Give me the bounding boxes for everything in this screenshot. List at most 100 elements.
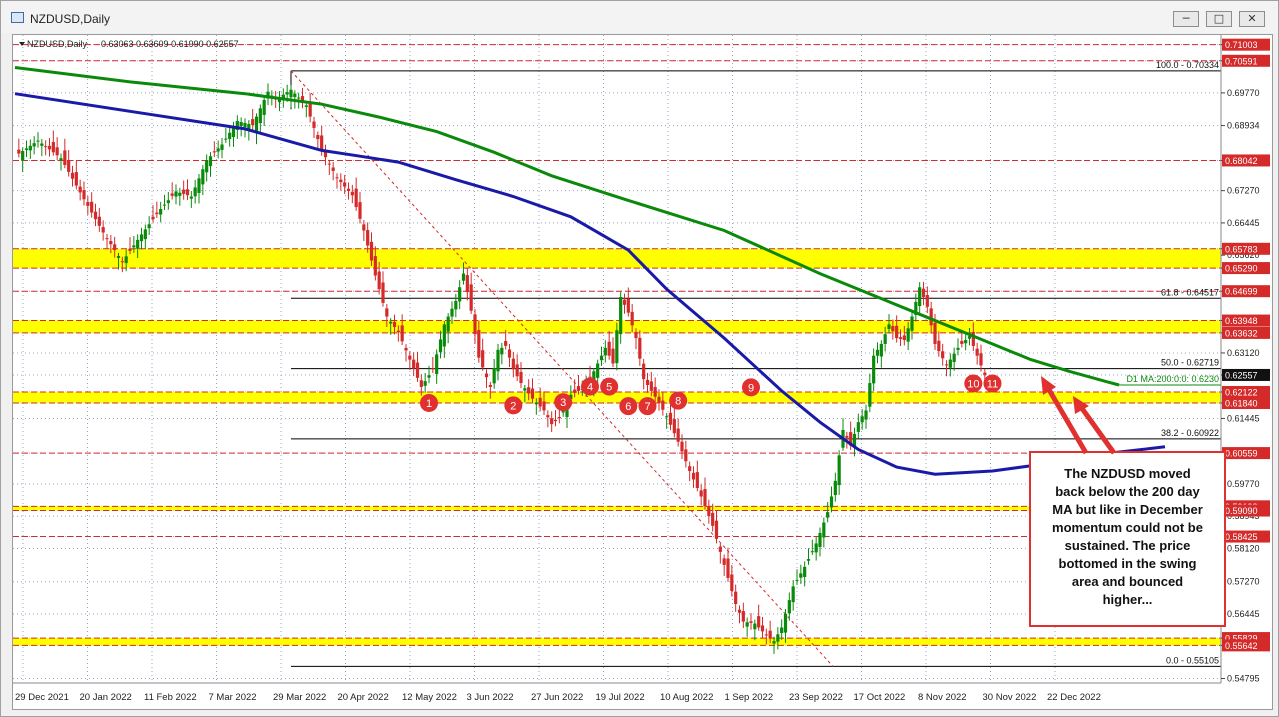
candle-body — [239, 122, 243, 127]
price-axis-label: 0.69770 — [1227, 88, 1260, 98]
candle-body — [822, 522, 826, 538]
price-level-tag-label: 0.58425 — [1225, 532, 1258, 542]
candle-body — [956, 347, 960, 350]
candle-body — [730, 574, 734, 591]
time-axis-label: 20 Apr 2022 — [338, 692, 389, 703]
price-axis-label: 0.58120 — [1227, 543, 1260, 553]
candle-body — [515, 364, 519, 377]
candle-body — [458, 287, 462, 302]
candle-body — [396, 330, 400, 333]
candle-body — [201, 169, 205, 185]
candle-body — [51, 142, 55, 153]
candle-body — [714, 520, 719, 539]
candle-body — [116, 255, 121, 258]
annotation-text: momentum could not be — [1052, 520, 1203, 535]
price-level-tag-label: 0.62557 — [1225, 370, 1258, 380]
close-button[interactable]: ✕ — [1239, 11, 1265, 27]
time-axis-label: 8 Nov 2022 — [918, 692, 967, 703]
candle-body — [868, 383, 872, 407]
maximize-button[interactable]: □ — [1206, 11, 1232, 27]
candle-body — [538, 397, 542, 407]
candle-body — [484, 373, 489, 378]
candle-body — [638, 337, 642, 359]
price-axis-label: 0.68934 — [1227, 121, 1260, 131]
price-level-tag-label: 0.59090 — [1225, 506, 1258, 516]
candle-body — [983, 372, 987, 376]
swing-area-zone — [13, 392, 1221, 403]
candle-body — [469, 284, 473, 311]
candle-body — [711, 512, 715, 526]
candle-body — [385, 308, 389, 317]
candle-body — [431, 368, 435, 370]
chart-window-icon — [11, 12, 24, 23]
candle-body — [829, 496, 834, 508]
candle-body — [373, 256, 377, 276]
candle-body — [481, 350, 485, 368]
candle-body — [438, 339, 443, 353]
swing-marker-label: 10 — [967, 378, 979, 390]
candle-body — [377, 271, 381, 290]
candle-body — [327, 163, 331, 165]
candle-body — [684, 449, 688, 462]
candle-body — [780, 627, 784, 634]
candle-body — [389, 321, 393, 324]
candle-body — [975, 348, 979, 356]
swing-marker-label: 7 — [644, 401, 650, 413]
ma-100-line — [14, 92, 1166, 476]
candle-body — [404, 347, 408, 351]
candle-body — [607, 341, 611, 356]
candle-body — [979, 353, 983, 366]
candle-body — [59, 158, 63, 161]
chart-area[interactable]: 100.0 - 0.70334 61.8 - 0.64517 50.0 - 0.62… — [12, 34, 1273, 710]
candle-body — [419, 380, 423, 387]
price-level-tag-label: 0.64699 — [1225, 287, 1258, 297]
candle-body — [814, 543, 818, 553]
candle-body — [454, 300, 458, 310]
candle-body — [860, 416, 864, 423]
price-chart[interactable]: 100.0 - 0.70334 61.8 - 0.64517 50.0 - 0.62… — [13, 35, 1272, 709]
candle-body — [741, 611, 745, 622]
price-axis-label: 0.59770 — [1227, 479, 1260, 489]
price-level-tag-label: 0.71003 — [1225, 40, 1258, 50]
candle-body — [921, 288, 926, 298]
candle-body — [929, 308, 933, 326]
chart-window: NZDUSD,Daily ─ □ ✕ 100.0 - 0.70334 61.8 -… — [0, 0, 1279, 717]
candle-body — [427, 375, 431, 378]
candle-body — [546, 415, 550, 418]
price-level-tag-label: 0.60559 — [1225, 449, 1258, 459]
candle-body — [653, 387, 657, 397]
candle-body — [557, 416, 561, 419]
annotation-text: MA but like in December — [1052, 502, 1203, 517]
swing-marker-label: 11 — [987, 378, 998, 390]
candle-body — [151, 216, 155, 220]
time-axis-label: 19 Jul 2022 — [596, 692, 645, 703]
candle-body — [254, 116, 259, 133]
price-level-tag-label: 0.55642 — [1225, 641, 1258, 651]
candle-body — [891, 326, 895, 332]
candle-body — [220, 144, 224, 150]
candle-body — [224, 138, 228, 140]
candle-body — [500, 347, 504, 355]
candle-body — [170, 193, 174, 196]
minimize-button[interactable]: ─ — [1173, 11, 1199, 27]
candle-body — [101, 227, 105, 233]
candle-body — [136, 239, 140, 249]
candle-body — [496, 349, 500, 372]
candle-body — [139, 234, 144, 242]
price-axis-label: 0.61445 — [1227, 413, 1260, 423]
annotation-text: back below the 200 day — [1055, 484, 1200, 499]
candle-body — [933, 322, 937, 344]
candle-body — [872, 355, 876, 384]
candle-body — [143, 229, 147, 240]
candle-body — [553, 419, 558, 422]
time-axis-label: 30 Nov 2022 — [983, 692, 1037, 703]
candle-body — [262, 100, 266, 115]
candle-body — [507, 349, 512, 358]
fib-level-label: 50.0 - 0.62719 — [1161, 358, 1219, 368]
candle-body — [124, 256, 128, 264]
candle-body — [392, 321, 397, 327]
candle-body — [205, 160, 209, 173]
price-level-tag-label: 0.65290 — [1225, 264, 1258, 274]
time-axis-label: 7 Mar 2022 — [209, 692, 257, 703]
window-titlebar[interactable]: NZDUSD,Daily ─ □ ✕ — [1, 1, 1278, 33]
